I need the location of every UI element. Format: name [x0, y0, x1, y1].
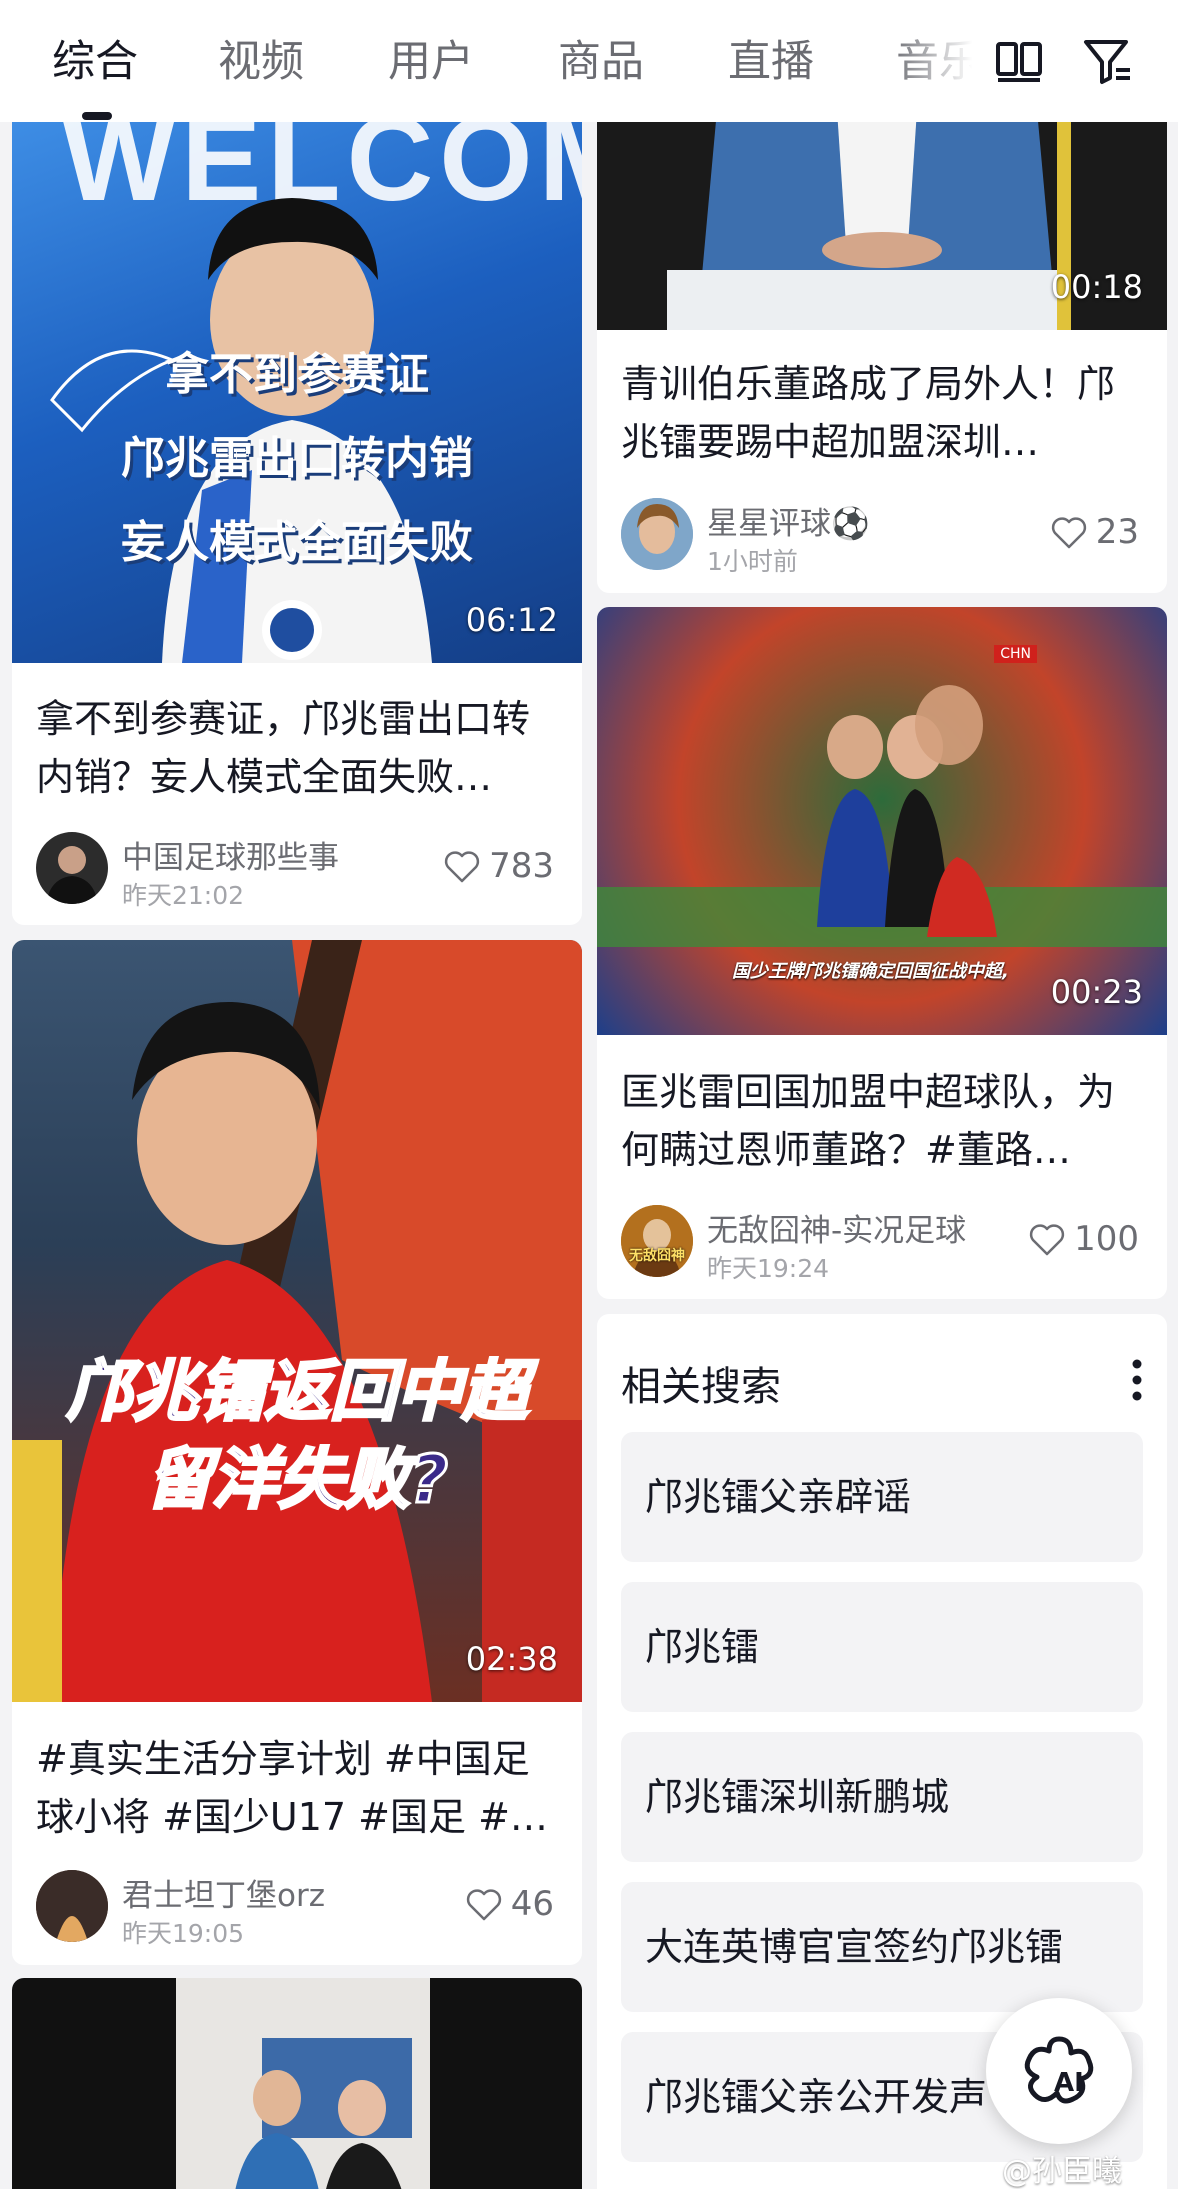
related-search-item[interactable]: 邝兆镭 — [621, 1582, 1143, 1712]
video-thumbnail: 00:18 — [597, 110, 1167, 330]
like-count[interactable]: 783 — [443, 846, 554, 886]
post-time: 昨天19:24 — [707, 1254, 830, 1283]
active-tab-indicator — [82, 112, 112, 120]
video-card[interactable]: CHN 国少王牌邝兆镭确定回国征战中超, 00:23 匡兆雷回国加盟中超球队，为… — [597, 607, 1167, 1299]
like-count-value: 46 — [510, 1884, 554, 1924]
author-avatar[interactable] — [621, 498, 693, 570]
video-card[interactable] — [12, 1978, 582, 2189]
dual-column-layout-icon[interactable] — [994, 36, 1046, 88]
tab-live[interactable]: 直播 — [728, 32, 814, 92]
video-title[interactable]: 拿不到参赛证，邝兆雷出口转内销？妄人模式全面失败… — [36, 690, 558, 806]
tab-comprehensive[interactable]: 综合 — [52, 32, 138, 92]
video-caption: 国少王牌邝兆镭确定回国征战中超, — [732, 961, 1009, 982]
thumbnail-overlay-line: 留洋失败? — [144, 1440, 449, 1520]
author-name[interactable]: 中国足球那些事 — [122, 832, 339, 877]
video-duration: 06:12 — [465, 601, 558, 639]
heart-outline-icon — [1051, 517, 1086, 549]
people-photo-illustration — [176, 1978, 430, 2189]
avatar-label: 无敌囧神 — [629, 1248, 685, 1264]
video-duration: 00:23 — [1050, 973, 1143, 1011]
thumbnail-overlay-line: 邝兆雷出口转内销 — [121, 433, 473, 484]
related-search-item[interactable]: 邝兆镭深圳新鹏城 — [621, 1732, 1143, 1862]
post-time: 昨天19:05 — [122, 1919, 245, 1948]
related-search-item[interactable]: 邝兆镭父亲辟谣 — [621, 1432, 1143, 1562]
video-title[interactable]: 青训伯乐董路成了局外人！邝兆镭要踢中超加盟深圳… — [621, 355, 1143, 471]
more-vertical-icon[interactable] — [1131, 1358, 1143, 1402]
heart-outline-icon — [1030, 1224, 1065, 1256]
filter-icon[interactable] — [1082, 36, 1134, 88]
author-avatar[interactable]: 无敌囧神 — [621, 1205, 693, 1277]
tab-overflow-fade — [890, 20, 1000, 110]
author-avatar[interactable] — [36, 1870, 108, 1942]
video-thumbnail: 邝兆镭返回中超 留洋失败? 02:38 — [12, 940, 582, 1702]
video-card[interactable]: 邝兆镭返回中超 留洋失败? 02:38 #真实生活分享计划 #中国足球小将 #国… — [12, 940, 582, 1965]
author-name[interactable]: 君士坦丁堡orz — [122, 1870, 325, 1915]
video-title[interactable]: #真实生活分享计划 #中国足球小将 #国少U17 #国足 #… — [36, 1730, 558, 1846]
like-count-value: 100 — [1074, 1219, 1139, 1259]
like-count[interactable]: 100 — [1028, 1219, 1139, 1259]
watermark: @孙臣曦 — [1002, 2154, 1122, 2189]
video-duration: 02:38 — [465, 1640, 558, 1678]
heart-outline-icon — [466, 1889, 501, 1921]
video-card[interactable]: WELCOME 拿不到参赛证 邝兆雷出口转内销 妄人模式全面失败 06:12 拿… — [12, 110, 582, 925]
tab-products[interactable]: 商品 — [558, 32, 644, 92]
video-card[interactable]: 00:18 青训伯乐董路成了局外人！邝兆镭要踢中超加盟深圳… 星星评球⚽ 1小时… — [597, 110, 1167, 593]
post-time: 1小时前 — [707, 547, 798, 576]
channel-badge: CHN — [994, 645, 1037, 663]
ai-assistant-button[interactable]: AI — [986, 1998, 1132, 2144]
author-name[interactable]: 无敌囧神-实况足球 — [707, 1205, 966, 1250]
heart-outline-icon — [445, 851, 480, 883]
thumbnail-overlay-line: 拿不到参赛证 — [165, 349, 429, 400]
top-tab-bar: 综合 视频 用户 商品 直播 音乐 — [0, 0, 1178, 122]
video-thumbnail: CHN 国少王牌邝兆镭确定回国征战中超, 00:23 — [597, 607, 1167, 1035]
thumbnail-overlay-line: 邝兆镭返回中超 — [65, 1352, 530, 1432]
video-duration: 00:18 — [1050, 268, 1143, 306]
tab-users[interactable]: 用户 — [388, 32, 474, 92]
author-name[interactable]: 星星评球⚽ — [707, 498, 870, 543]
like-count[interactable]: 23 — [1050, 512, 1139, 552]
video-thumbnail — [12, 1978, 582, 2189]
related-search-item[interactable]: 大连英博官宣签约邝兆镭 — [621, 1882, 1143, 2012]
thumbnail-overlay-line: 妄人模式全面失败 — [121, 517, 473, 568]
like-count[interactable]: 46 — [465, 1884, 554, 1924]
video-thumbnail: WELCOME 拿不到参赛证 邝兆雷出口转内销 妄人模式全面失败 06:12 — [12, 110, 582, 663]
video-title[interactable]: 匡兆雷回国加盟中超球队，为何瞒过恩师董路？#董路… — [621, 1063, 1143, 1179]
tab-video[interactable]: 视频 — [218, 32, 304, 92]
author-avatar[interactable] — [36, 832, 108, 904]
related-search-title: 相关搜索 — [621, 1364, 781, 1410]
ai-label: AI — [1054, 2068, 1084, 2098]
like-count-value: 783 — [489, 846, 554, 886]
like-count-value: 23 — [1095, 512, 1139, 552]
post-time: 昨天21:02 — [122, 881, 245, 910]
player-flag-illustration — [12, 940, 582, 1702]
